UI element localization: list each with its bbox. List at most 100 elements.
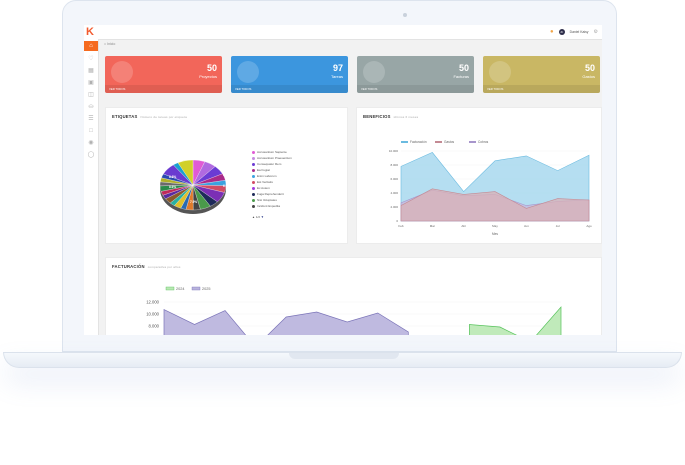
legend-swatch (191, 286, 201, 291)
legend-swatch (252, 156, 255, 160)
legend-pager[interactable]: ▲ 1/2 ▼ (252, 215, 264, 219)
legend-label: Est Veritatis (257, 180, 273, 184)
laptop-base (3, 352, 682, 368)
breadcrumb[interactable]: ⌂ Inicio (104, 42, 115, 46)
chat-icon[interactable]: ◉ (87, 139, 95, 147)
legend-swatch (252, 150, 255, 154)
legend-label: Incidunt Expedita (257, 204, 281, 208)
beneficios-panel: BENEFICIOS últimos 6 meses Facturación Gas… (356, 107, 602, 244)
stat-card-gastos[interactable]: 50 Gastos VER TODOS (483, 56, 600, 93)
stat-label: Facturas (453, 74, 469, 79)
laptop-notch (289, 353, 399, 359)
y-tick-label: 4.000 (390, 191, 398, 195)
code-icon (237, 61, 259, 83)
legend-swatch (165, 286, 175, 291)
legend-swatch (252, 174, 255, 178)
app-screen: K ● JC Daniel Kaisy ⚙ ⌂ ♡ ▦ ▣ ◫ ⛀ ☰ □ ◉ … (84, 25, 602, 335)
user-name[interactable]: Daniel Kaisy (570, 30, 589, 34)
legend-label: Enim Laborum (257, 174, 277, 178)
legend-label: 2025 (202, 287, 210, 291)
pie-slice-label: 6.7% (223, 173, 230, 177)
legend-item[interactable]: Est Veritatis (252, 180, 273, 184)
legend-item[interactable]: Ea Fugiat (252, 168, 270, 172)
legend-label: Nisi Voluptates (257, 198, 277, 202)
legend-label: Consequatur Rem (257, 162, 282, 166)
legend-swatch (252, 198, 255, 202)
heart-icon[interactable]: ♡ (87, 55, 95, 63)
pie-slice-label: 8.6% (169, 175, 176, 179)
legend-item[interactable]: Enim Laborum (252, 174, 277, 178)
app-logo[interactable]: K (86, 26, 96, 38)
legend-label: Ea Fugiat (257, 168, 270, 172)
x-axis-label: Mes (492, 232, 498, 236)
pie-slice-label: 8.6% (169, 185, 176, 189)
legend-item[interactable]: Nisi Voluptates (252, 198, 277, 202)
etiquetas-panel: ETIQUETAS Número de tareas por etiqueta 6… (105, 107, 348, 244)
legend-label: Accusantium Praesentium (257, 156, 292, 160)
list-icon[interactable]: ☰ (87, 115, 95, 123)
x-tick-label: Abr (461, 224, 466, 228)
drop-icon[interactable]: ◯ (87, 151, 95, 159)
bell-icon[interactable]: ● (550, 29, 554, 35)
legend-swatch (469, 141, 476, 143)
beneficios-chart: Facturación Gastos Cobros 10.000 8.000 6.000 4… (389, 140, 592, 236)
cart-icon[interactable]: ⛀ (87, 103, 95, 111)
legend-item[interactable]: Consequatur Rem (252, 162, 281, 166)
stat-value: 50 (206, 63, 217, 73)
stat-footer[interactable]: VER TODOS (105, 85, 222, 93)
stat-card-facturas[interactable]: 50 Facturas VER TODOS (357, 56, 474, 93)
sidebar: ⌂ ♡ ▦ ▣ ◫ ⛀ ☰ □ ◉ ◯ (84, 39, 99, 335)
stat-value: 50 (458, 63, 469, 73)
calendar-icon[interactable]: ▣ (87, 79, 95, 87)
legend-item[interactable]: Fuga Reprehenderit (252, 192, 284, 196)
stat-footer[interactable]: VER TODOS (483, 85, 600, 93)
legend-swatch (401, 141, 408, 143)
pie-chart: 6.7% 6.7% 8.6% 8.6% 7.9% (159, 159, 230, 214)
y-tick-label: 10.000 (389, 149, 399, 153)
x-tick-label: May (492, 224, 498, 228)
stat-label: Gastos (582, 74, 595, 79)
camera-dot (403, 13, 407, 17)
legend-label: 2024 (176, 287, 184, 291)
legend-swatch (435, 141, 442, 143)
home-icon[interactable]: ⌂ (84, 41, 98, 51)
facturacion-panel: FACTURACIÓN comparativa por años 2024 2025… (105, 257, 602, 335)
legend-label: Gastos (444, 140, 455, 144)
x-tick-label: Jul (556, 224, 560, 228)
legend-item[interactable]: Ex Autem (252, 186, 270, 190)
stat-value: 97 (332, 63, 343, 73)
x-tick-label: Ago (586, 224, 592, 228)
stat-card-proyectos[interactable]: 50 Proyectos VER TODOS (105, 56, 222, 93)
stat-label: Proyectos (199, 74, 217, 79)
legend-swatch (252, 192, 255, 196)
y-tick-label: 0 (396, 219, 398, 223)
document-icon[interactable]: □ (87, 127, 95, 135)
stat-card-tareas[interactable]: 97 Tareas VER TODOS (231, 56, 348, 93)
box-icon[interactable]: ◫ (87, 91, 95, 99)
area-series (469, 306, 562, 335)
y-tick-label: 8.000 (149, 324, 160, 329)
y-tick-label: 6.000 (390, 177, 398, 181)
legend-swatch (252, 186, 255, 190)
y-tick-label: 8.000 (390, 163, 398, 167)
legend-item[interactable]: Accusantium Praesentium (252, 156, 292, 160)
legend-item[interactable]: Incidunt Expedita (252, 204, 280, 208)
legend-swatch (252, 180, 255, 184)
legend-item[interactable]: Accusantium Sapiente (252, 150, 287, 154)
stat-footer[interactable]: VER TODOS (231, 85, 348, 93)
top-bar: K ● JC Daniel Kaisy ⚙ (84, 25, 602, 40)
legend-label: Facturación (410, 140, 427, 144)
y-tick-label: 2.000 (390, 205, 398, 209)
legend-label: Fuga Reprehenderit (257, 192, 284, 196)
stat-footer[interactable]: VER TODOS (357, 85, 474, 93)
x-tick-label: Mar (430, 224, 435, 228)
facturacion-chart: 2024 2025 12.000 10.000 8.000 (146, 286, 562, 335)
avatar-initials: JC (560, 30, 564, 34)
y-tick-label: 10.000 (146, 312, 159, 317)
settings-icon[interactable]: ⚙ (594, 29, 598, 35)
legend-swatch (252, 204, 255, 208)
legend-label: Accusantium Sapiente (257, 150, 287, 154)
grid-icon[interactable]: ▦ (87, 67, 95, 75)
file-icon (363, 61, 385, 83)
avatar[interactable]: JC (558, 29, 565, 35)
